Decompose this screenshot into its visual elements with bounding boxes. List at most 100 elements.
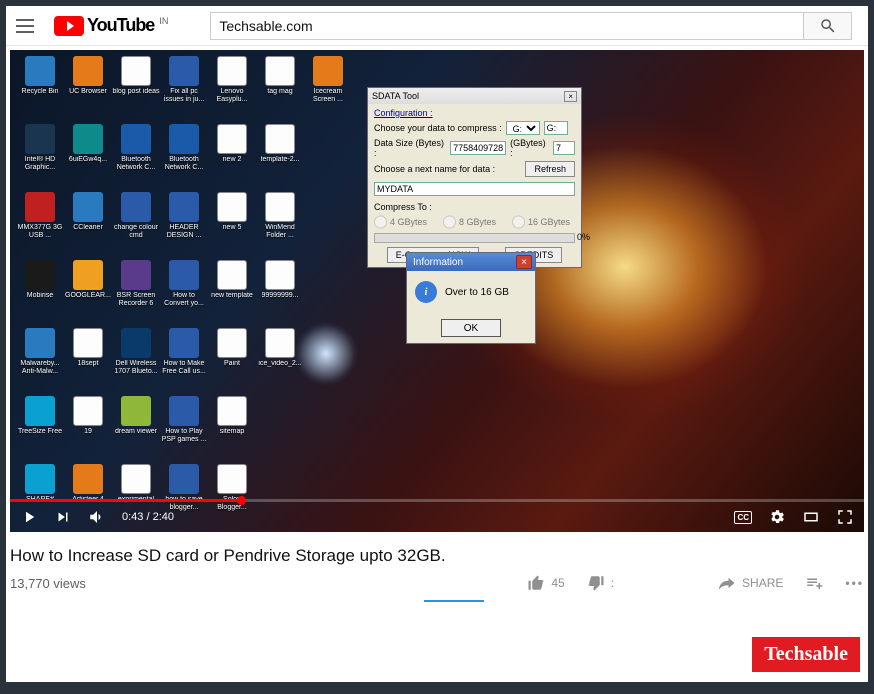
choose-data-label: Choose your data to compress : bbox=[374, 123, 502, 133]
desktop-icon[interactable]: 18sept bbox=[64, 328, 112, 388]
gbytes-label: (GBytes) : bbox=[510, 138, 549, 158]
dialog-title: SDATA Tool bbox=[372, 91, 419, 101]
progress-bar bbox=[374, 233, 575, 243]
desktop-icon[interactable]: BSR Screen Recorder 6 bbox=[112, 260, 160, 320]
desktop-icon[interactable]: MMX377G 3G USB ... bbox=[16, 192, 64, 252]
opt-8gb[interactable]: 8 GBytes bbox=[443, 215, 496, 229]
desktop-icon[interactable]: How to Play PSP games ... bbox=[160, 396, 208, 456]
sdata-dialog: SDATA Tool × Configuration : Choose your… bbox=[367, 87, 582, 268]
next-icon[interactable] bbox=[54, 508, 72, 526]
info-title: Information bbox=[413, 257, 463, 268]
desktop-icon[interactable]: Recycle Bin bbox=[16, 56, 64, 116]
desktop-icon[interactable]: TreeSize Free bbox=[16, 396, 64, 456]
desktop-icon[interactable]: WinMend Folder ... bbox=[256, 192, 304, 252]
desktop-icon[interactable]: Bluetooth Network C... bbox=[160, 124, 208, 184]
desktop-icon[interactable]: Paint bbox=[208, 328, 256, 388]
watermark: Techsable bbox=[752, 637, 860, 672]
more-button[interactable]: ••• bbox=[845, 576, 864, 590]
drive-letter-field[interactable] bbox=[544, 121, 568, 135]
header: YouTube IN Techsable.com bbox=[6, 6, 868, 46]
volume-icon[interactable] bbox=[88, 508, 106, 526]
desktop-icon[interactable]: Bluetooth Network C... bbox=[112, 124, 160, 184]
share-button[interactable]: SHARE bbox=[718, 574, 783, 592]
opt-4gb[interactable]: 4 GBytes bbox=[374, 215, 427, 229]
desktop-icon[interactable] bbox=[304, 124, 352, 184]
info-titlebar[interactable]: Information × bbox=[407, 253, 535, 271]
info-dialog: Information × i Over to 16 GB OK bbox=[406, 252, 536, 344]
desktop-icon[interactable] bbox=[304, 192, 352, 252]
like-button[interactable]: 45 bbox=[527, 574, 564, 592]
view-count: 13,770 views bbox=[10, 576, 86, 591]
youtube-logo[interactable]: YouTube IN bbox=[54, 15, 168, 36]
desktop-icon[interactable]: new 2 bbox=[208, 124, 256, 184]
desktop-icon[interactable] bbox=[304, 260, 352, 320]
video-meta: How to Increase SD card or Pendrive Stor… bbox=[6, 532, 868, 592]
region-badge: IN bbox=[159, 16, 168, 26]
config-label: Configuration : bbox=[374, 108, 575, 118]
desktop-icon[interactable]: 19 bbox=[64, 396, 112, 456]
desktop-icon[interactable]: Dell Wireless 1707 Blueto... bbox=[112, 328, 160, 388]
video-title: How to Increase SD card or Pendrive Stor… bbox=[10, 546, 864, 566]
desktop-icon[interactable]: ice_video_2... bbox=[256, 328, 304, 388]
menu-icon[interactable] bbox=[16, 19, 34, 33]
name-field[interactable] bbox=[374, 182, 575, 196]
desktop-icon[interactable]: blog post ideas bbox=[112, 56, 160, 116]
logo-text: YouTube bbox=[87, 15, 154, 36]
playlist-add-icon bbox=[805, 574, 823, 592]
gbytes-field[interactable] bbox=[553, 141, 575, 155]
desktop-icon[interactable]: HEADER DESIGN ... bbox=[160, 192, 208, 252]
desktop-icon[interactable]: 99999999... bbox=[256, 260, 304, 320]
search-icon bbox=[819, 17, 837, 35]
compress-to-label: Compress To : bbox=[374, 202, 575, 212]
desktop-icon[interactable]: Fix all pc issues in ju... bbox=[160, 56, 208, 116]
desktop-icon[interactable]: change colour cmd bbox=[112, 192, 160, 252]
desktop-icons-grid: Recycle BinUC Browserblog post ideasFix … bbox=[16, 56, 376, 524]
bytes-field[interactable] bbox=[450, 141, 506, 155]
desktop-icon[interactable]: How to Convert yo... bbox=[160, 260, 208, 320]
share-icon bbox=[718, 574, 736, 592]
thumbs-down-icon bbox=[587, 574, 605, 592]
desktop-icon[interactable] bbox=[304, 396, 352, 456]
dislike-button[interactable]: : bbox=[587, 574, 614, 592]
dialog-titlebar[interactable]: SDATA Tool × bbox=[368, 88, 581, 104]
thumbs-up-icon bbox=[527, 574, 545, 592]
desktop-icon[interactable]: template-2... bbox=[256, 124, 304, 184]
desktop-icon[interactable]: Malwareby... Anti-Malw... bbox=[16, 328, 64, 388]
add-to-button[interactable] bbox=[805, 574, 823, 592]
video-player[interactable]: Recycle BinUC Browserblog post ideasFix … bbox=[10, 50, 864, 532]
search-input[interactable]: Techsable.com bbox=[210, 12, 804, 40]
play-icon[interactable] bbox=[20, 508, 38, 526]
time-display: 0:43 / 2:40 bbox=[122, 511, 174, 523]
desktop-icon[interactable]: CCleaner bbox=[64, 192, 112, 252]
desktop-icon[interactable]: 6uiEGw4q... bbox=[64, 124, 112, 184]
search-button[interactable] bbox=[804, 12, 852, 40]
desktop-icon[interactable]: UC Browser bbox=[64, 56, 112, 116]
desktop-icon[interactable] bbox=[256, 396, 304, 456]
drive-select[interactable]: G:\ bbox=[506, 121, 540, 135]
desktop-icon[interactable]: tag mag bbox=[256, 56, 304, 116]
cc-icon[interactable]: CC bbox=[734, 511, 752, 524]
info-message: Over to 16 GB bbox=[445, 287, 509, 298]
desktop-icon[interactable]: Lenovo Easyplu... bbox=[208, 56, 256, 116]
next-name-label: Choose a next name for data : bbox=[374, 164, 495, 174]
desktop-icon[interactable]: Mobirise bbox=[16, 260, 64, 320]
desktop-icon[interactable]: new 5 bbox=[208, 192, 256, 252]
desktop-icon[interactable]: Icecream Screen ... bbox=[304, 56, 352, 116]
info-close-icon[interactable]: × bbox=[516, 255, 532, 269]
desktop-icon[interactable]: sitemap bbox=[208, 396, 256, 456]
refresh-button[interactable]: Refresh bbox=[525, 161, 575, 177]
desktop-icon[interactable] bbox=[304, 328, 352, 388]
desktop-icon[interactable]: new template bbox=[208, 260, 256, 320]
ok-button[interactable]: OK bbox=[441, 319, 501, 337]
desktop-icon[interactable]: GOOGLEAR... bbox=[64, 260, 112, 320]
desktop-icon[interactable]: Intel® HD Graphic... bbox=[16, 124, 64, 184]
desktop-icon[interactable]: dream viewer bbox=[112, 396, 160, 456]
theater-icon[interactable] bbox=[802, 508, 820, 526]
opt-16gb[interactable]: 16 GBytes bbox=[512, 215, 570, 229]
settings-icon[interactable] bbox=[768, 508, 786, 526]
info-icon: i bbox=[415, 281, 437, 303]
close-icon[interactable]: × bbox=[564, 91, 577, 102]
bytes-label: Data Size (Bytes) : bbox=[374, 138, 446, 158]
desktop-icon[interactable]: How to Make Free Call us... bbox=[160, 328, 208, 388]
fullscreen-icon[interactable] bbox=[836, 508, 854, 526]
